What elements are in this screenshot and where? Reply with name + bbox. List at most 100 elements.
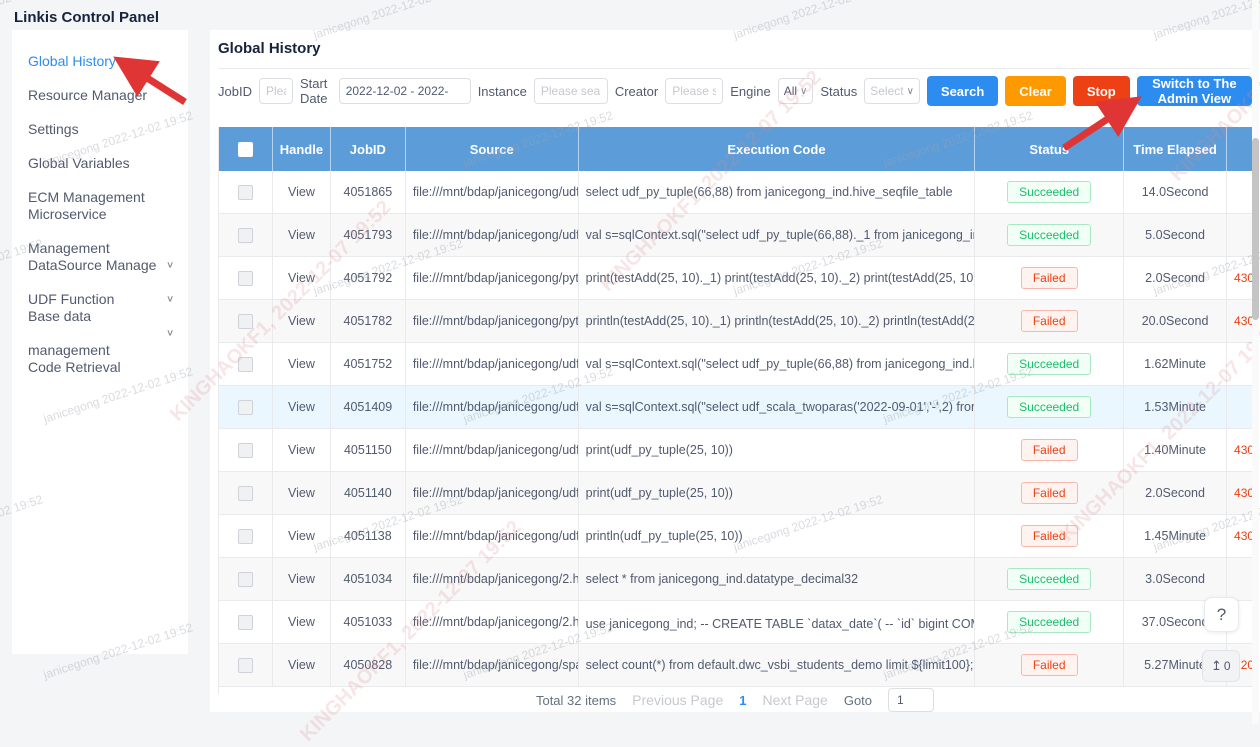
sidebar-item-base-data-management[interactable]: Base data management ∨ — [12, 316, 188, 350]
execution-code-cell: print(udf_py_tuple(25, 10)) — [579, 472, 976, 514]
engine-select[interactable]: All ∨ — [778, 78, 814, 104]
status-label: Status — [820, 84, 857, 99]
jobid-cell: 4051409 — [331, 386, 406, 428]
goto-page-input[interactable] — [888, 688, 934, 712]
row-checkbox-cell — [219, 171, 273, 213]
view-link[interactable]: View — [288, 486, 315, 500]
status-cell: Failed — [975, 300, 1124, 342]
start-date-input[interactable] — [339, 78, 471, 104]
view-link[interactable]: View — [288, 400, 315, 414]
view-link[interactable]: View — [288, 185, 315, 199]
row-checkbox[interactable] — [238, 572, 253, 587]
creator-label: Creator — [615, 84, 658, 99]
execution-code-cell: val s=sqlContext.sql("select udf_py_tupl… — [579, 343, 976, 385]
source-cell: file:///mnt/bdap/janicegong/pyth... — [406, 257, 579, 299]
table-row[interactable]: View4051782file:///mnt/bdap/janicegong/p… — [219, 300, 1254, 343]
table-row[interactable]: View4051138file:///mnt/bdap/janicegong/u… — [219, 515, 1254, 558]
jobid-cell: 4051792 — [331, 257, 406, 299]
sidebar-item-global-variables[interactable]: Global Variables — [12, 146, 188, 180]
sidebar-item-label: Resource Manager — [28, 78, 188, 112]
row-checkbox[interactable] — [238, 486, 253, 501]
switch-admin-view-button[interactable]: Switch to The Admin View — [1137, 76, 1252, 106]
select-all-checkbox[interactable] — [238, 142, 253, 157]
help-button[interactable]: ? — [1204, 597, 1239, 632]
source-cell: file:///mnt/bdap/janicegong/udf/... — [406, 429, 579, 471]
row-checkbox-cell — [219, 214, 273, 256]
row-checkbox[interactable] — [238, 615, 253, 630]
row-checkbox[interactable] — [238, 443, 253, 458]
time-elapsed-cell: 1.40Minute — [1124, 429, 1227, 471]
vertical-scrollbar-thumb[interactable] — [1252, 138, 1259, 320]
view-link-cell: View — [273, 257, 331, 299]
app-title: Linkis Control Panel — [14, 9, 159, 26]
counter-value: 0 — [1224, 659, 1231, 673]
jobid-input[interactable] — [259, 78, 293, 104]
view-link[interactable]: View — [288, 228, 315, 242]
creator-input[interactable] — [665, 78, 723, 104]
view-link[interactable]: View — [288, 271, 315, 285]
row-checkbox[interactable] — [238, 529, 253, 544]
view-link[interactable]: View — [288, 615, 315, 629]
error-code-cell: 430 — [1227, 515, 1254, 557]
row-checkbox[interactable] — [238, 658, 253, 673]
chevron-down-icon: ∨ — [166, 251, 174, 278]
view-link[interactable]: View — [288, 658, 315, 672]
execution-code-cell: println(udf_py_tuple(25, 10)) — [579, 515, 976, 557]
source-cell: file:///mnt/bdap/janicegong/pyth... — [406, 300, 579, 342]
view-link[interactable]: View — [288, 572, 315, 586]
view-link[interactable]: View — [288, 314, 315, 328]
current-page-number[interactable]: 1 — [739, 693, 746, 708]
row-checkbox[interactable] — [238, 228, 253, 243]
status-select[interactable]: Select ∨ — [864, 78, 920, 104]
clear-button[interactable]: Clear — [1005, 76, 1066, 106]
view-link[interactable]: View — [288, 443, 315, 457]
table-row[interactable]: View4051140file:///mnt/bdap/janicegong/u… — [219, 472, 1254, 515]
source-cell: file:///mnt/bdap/janicegong/udf/... — [406, 386, 579, 428]
table-row[interactable]: View4051034file:///mnt/bdap/janicegong/2… — [219, 558, 1254, 601]
table-row[interactable]: View4051793file:///mnt/bdap/janicegong/u… — [219, 214, 1254, 257]
search-button[interactable]: Search — [927, 76, 998, 106]
scroll-top-counter-button[interactable]: ↥ 0 — [1202, 650, 1240, 682]
table-row[interactable]: View4051033file:///mnt/bdap/janicegong/2… — [219, 601, 1254, 644]
jobid-label: JobID — [218, 84, 252, 99]
row-checkbox[interactable] — [238, 314, 253, 329]
row-checkbox-cell — [219, 429, 273, 471]
total-items-label: Total 32 items — [536, 693, 616, 708]
execution-code-cell: val s=sqlContext.sql("select udf_scala_t… — [579, 386, 976, 428]
source-cell: file:///mnt/bdap/janicegong/2.hq... — [406, 601, 579, 643]
table-row[interactable]: View 4051792file:///mnt/bdap/janicegong/p… — [219, 257, 1254, 300]
row-checkbox[interactable] — [238, 357, 253, 372]
sidebar-item-datasource-manage[interactable]: DataSource Manage ∨ — [12, 248, 188, 282]
view-link[interactable]: View — [288, 529, 315, 543]
row-checkbox[interactable] — [238, 271, 253, 286]
error-code-cell — [1227, 386, 1254, 428]
error-code-cell: 430 — [1227, 300, 1254, 342]
sidebar-item-settings[interactable]: Settings — [12, 112, 188, 146]
sidebar-item-microservice-management[interactable]: Microservice Management — [12, 214, 188, 248]
previous-page-button[interactable]: Previous Page — [632, 692, 723, 708]
time-elapsed-cell: 1.45Minute — [1124, 515, 1227, 557]
table-row[interactable]: View4051150file:///mnt/bdap/janicegong/u… — [219, 429, 1254, 472]
table-row[interactable]: View4051865file:///mnt/bdap/janicegong/u… — [219, 171, 1254, 214]
sidebar-item-code-retrieval[interactable]: Code Retrieval — [12, 350, 188, 384]
sidebar-item-global-history[interactable]: Global History — [12, 44, 188, 78]
stop-button[interactable]: Stop — [1073, 76, 1130, 106]
view-link-cell: View — [273, 386, 331, 428]
next-page-button[interactable]: Next Page — [762, 692, 827, 708]
status-badge: Failed — [1021, 439, 1078, 461]
status-cell: Failed — [975, 644, 1124, 686]
table-row[interactable]: View4051752file:///mnt/bdap/janicegong/u… — [219, 343, 1254, 386]
status-badge: Failed — [1021, 267, 1078, 289]
row-checkbox[interactable] — [238, 400, 253, 415]
instance-input[interactable] — [534, 78, 608, 104]
sidebar-item-resource-manager[interactable]: Resource Manager — [12, 78, 188, 112]
help-icon: ? — [1217, 605, 1226, 625]
table-row[interactable]: View4050828file:///mnt/bdap/janicegong/s… — [219, 644, 1254, 687]
table-row[interactable]: View 4051409file:///mnt/bdap/janicegong/u… — [219, 386, 1254, 429]
view-link[interactable]: View — [288, 357, 315, 371]
time-elapsed-cell: 1.53Minute — [1124, 386, 1227, 428]
row-checkbox[interactable] — [238, 185, 253, 200]
status-badge: Succeeded — [1007, 568, 1091, 590]
goto-label: Goto — [844, 693, 872, 708]
time-elapsed-cell: 14.0Second — [1124, 171, 1227, 213]
